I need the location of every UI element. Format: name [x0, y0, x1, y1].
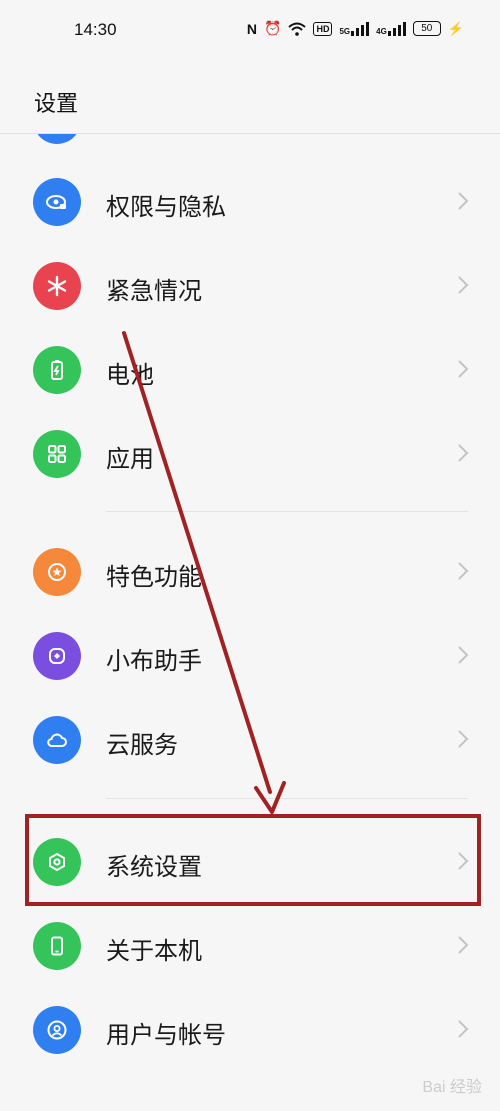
settings-item-label: 云服务: [106, 731, 178, 759]
signal-5g-icon: 5G: [339, 21, 370, 36]
chevron-right-icon: [458, 730, 469, 748]
charging-icon: ⚡: [447, 20, 464, 36]
star-icon: [33, 548, 81, 596]
nfc-icon: N: [246, 20, 258, 37]
chevron-right-icon: [458, 562, 469, 580]
watermark: Bai 经验: [422, 1079, 482, 1096]
section-divider: [106, 511, 468, 512]
chevron-right-icon: [458, 360, 469, 378]
battery-icon: 50: [412, 21, 441, 36]
user-icon: [33, 1006, 81, 1054]
chevron-right-icon: [458, 1020, 469, 1038]
apps-grid-icon: [33, 430, 81, 478]
chevron-right-icon: [458, 936, 469, 954]
settings-item-about[interactable]: 关于本机: [0, 904, 500, 988]
chevron-right-icon: [458, 646, 469, 664]
settings-item-features[interactable]: 特色功能: [0, 530, 500, 614]
chevron-right-icon: [458, 444, 469, 462]
page-title: 设置: [34, 92, 79, 117]
settings-item-label: 关于本机: [106, 937, 202, 965]
settings-item-battery[interactable]: 电池: [0, 328, 500, 412]
settings-item-label: 用户与帐号: [106, 1021, 226, 1049]
eye-lock-icon: [33, 178, 81, 226]
asterisk-icon: [33, 262, 81, 310]
chevron-right-icon: [458, 276, 469, 294]
settings-item-label: 特色功能: [106, 563, 202, 591]
signal-5g-label: 5G: [339, 26, 351, 36]
wifi-icon: [288, 22, 307, 36]
battery-icon: [33, 346, 81, 394]
status-icons: N ⏰ HD 5G 4G 50 ⚡: [247, 20, 464, 37]
section-divider: [106, 798, 468, 799]
alarm-icon: ⏰: [264, 20, 282, 36]
status-bar: 14:30 N ⏰ HD 5G 4G 50 ⚡: [0, 0, 500, 64]
settings-item-label: 应用: [106, 445, 154, 473]
settings-item-assistant[interactable]: 小布助手: [0, 614, 500, 698]
settings-item-label: 电池: [106, 361, 154, 389]
settings-item-label: 权限与隐私: [106, 193, 226, 221]
signal-4g-label: 4G: [376, 26, 387, 36]
chevron-right-icon: [458, 192, 469, 210]
highlight-box: [25, 814, 481, 906]
assistant-icon: [33, 632, 81, 680]
partial-item-icon: [33, 134, 81, 144]
settings-item-label: 紧急情况: [106, 277, 202, 305]
cloud-icon: [33, 716, 81, 764]
settings-item-label: 小布助手: [106, 647, 202, 675]
signal-4g-icon: 4G: [376, 21, 406, 36]
settings-item-apps[interactable]: 应用: [0, 412, 500, 496]
settings-item-emergency[interactable]: 紧急情况: [0, 244, 500, 328]
phone-icon: [33, 922, 81, 970]
status-time: 14:30: [74, 20, 117, 39]
settings-item-privacy[interactable]: 权限与隐私: [0, 160, 500, 244]
settings-item-cloud[interactable]: 云服务: [0, 698, 500, 782]
settings-list[interactable]: 权限与隐私 紧急情况 电池 应用 特色功能 小布助手 云服务 系统设置 关于本机…: [0, 134, 500, 1111]
settings-item-account[interactable]: 用户与帐号: [0, 988, 500, 1072]
hd-icon: HD: [313, 21, 333, 36]
